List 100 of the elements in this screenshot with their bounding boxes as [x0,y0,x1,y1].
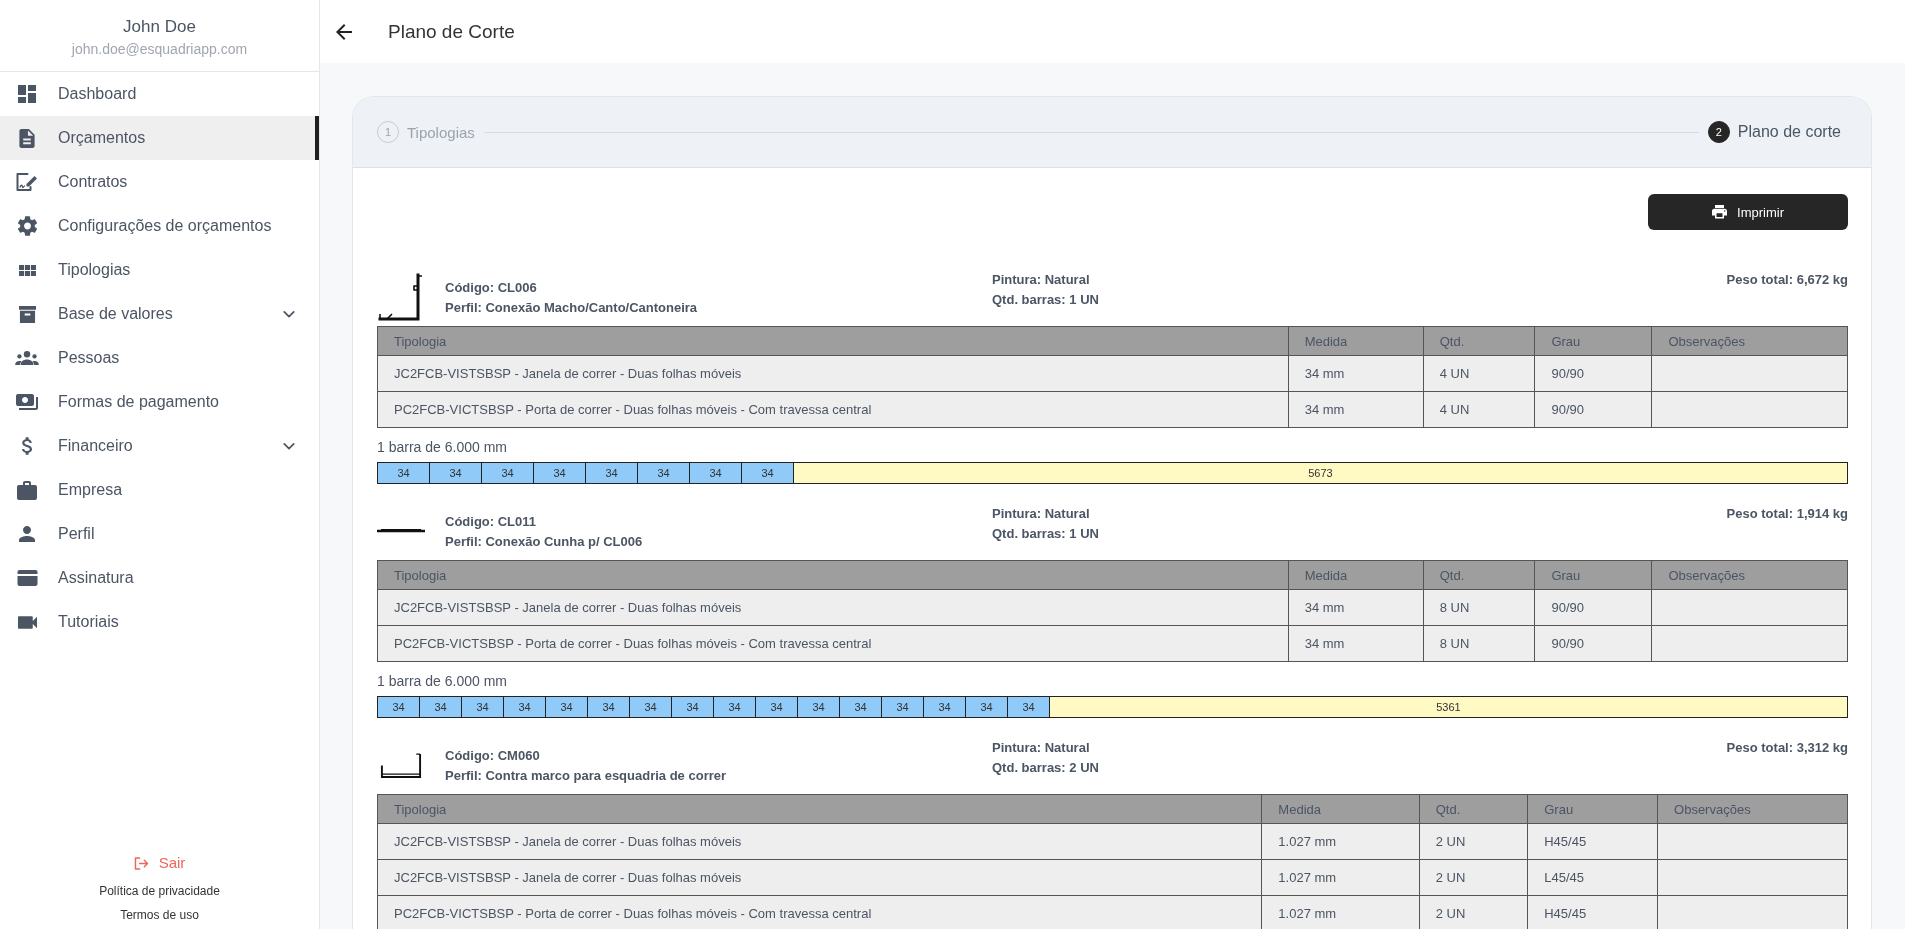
back-button[interactable] [336,23,352,40]
table-cell: JC2FCB-VISTSBSP - Janela de correr - Duas folhas móveis [377,859,1262,896]
table-cell: 34 mm [1288,589,1424,626]
table-cell: 90/90 [1534,391,1652,428]
cut-piece: 34 [713,696,756,718]
step-label[interactable]: Plano de corte [1737,123,1841,141]
table-cell: 4 UN [1423,355,1535,392]
cut-piece: 34 [377,696,420,718]
leftover-piece: 5673 [793,462,1848,484]
sidebar-item[interactable]: Base de valores [0,292,319,336]
total-weight: Peso total: 3,312 kg [1726,739,1848,757]
cut-piece: 34 [797,696,840,718]
table-cell: 2 UN [1419,859,1528,896]
table-cell: 4 UN [1423,391,1535,428]
cut-piece: 34 [585,462,638,484]
people-icon [15,351,39,365]
column-header: Grau [1534,326,1652,356]
footer-link[interactable]: Política de privacidade [99,883,220,899]
table-cell: H45/45 [1527,823,1658,860]
logout-icon [133,856,149,870]
profile-code: Código: CL011 [445,513,537,531]
briefcase-icon [17,480,37,500]
profile-name: Perfil: Conexão Cunha p/ CL006 [445,533,644,551]
cut-piece: 34 [881,696,924,718]
table-cell: PC2FCB-VICTSBSP - Porta de correr - Duas folhas móveis - Com travessa central [377,625,1289,662]
sidebar-item[interactable]: Tutoriais [0,600,319,644]
table-cell: 2 UN [1419,823,1528,860]
flat-profile-icon [377,529,425,533]
cut-piece: 34 [503,696,546,718]
table-cell: 1.027 mm [1261,895,1420,929]
total-weight: Peso total: 1,914 kg [1726,505,1848,523]
table-cell: 90/90 [1534,355,1652,392]
angle-profile-icon [378,272,424,322]
column-header: Tipologia [377,794,1262,824]
bar-quantity: Qtd. barras: 2 UN [992,759,1100,777]
table-cell: 8 UN [1423,589,1535,626]
bar-quantity: Qtd. barras: 1 UN [992,525,1100,543]
credit-card-icon [16,570,38,586]
sidebar-item[interactable]: Formas de pagamento [0,380,319,424]
cut-piece: 34 [741,462,794,484]
cut-piece: 34 [671,696,714,718]
channel-profile-icon [380,751,422,779]
cut-piece: 34 [923,696,966,718]
cut-piece: 34 [533,462,586,484]
table-cell: 90/90 [1534,589,1652,626]
sidebar-item[interactable]: Configurações de orçamentos [0,204,319,248]
table-cell: JC2FCB-VISTSBSP - Janela de correr - Duas folhas móveis [377,823,1262,860]
table-cell: L45/45 [1527,859,1658,896]
cut-piece: 34 [429,462,482,484]
table-cell: 8 UN [1423,625,1535,662]
sidebar-item[interactable]: Pessoas [0,336,319,380]
print-button[interactable]: Imprimir [1648,194,1848,230]
back-arrow-icon [336,23,352,40]
profile-code: Código: CM060 [445,747,541,765]
table-cell: 1.027 mm [1261,859,1420,896]
sidebar-item[interactable]: Perfil [0,512,319,556]
bar-length-label: 1 barra de 6.000 mm [377,672,508,690]
footer-link[interactable]: Termos de uso [120,907,199,923]
table-cell: 90/90 [1534,625,1652,662]
step-number[interactable]: 2 [1707,121,1730,143]
sidebar-item[interactable]: Assinatura [0,556,319,600]
table-cell: 2 UN [1419,895,1528,929]
column-header: Qtd. [1423,560,1535,590]
cut-piece: 34 [637,462,690,484]
person-icon [19,526,35,542]
table-cell: 1.027 mm [1261,823,1420,860]
video-camera-icon [17,615,37,629]
sidebar-item[interactable]: Contratos [0,160,319,204]
column-header: Medida [1288,560,1424,590]
cut-piece: 34 [419,696,462,718]
sidebar-item[interactable]: Financeiro [0,424,319,468]
table-cell: 34 mm [1288,625,1424,662]
dashboard-icon [18,85,36,103]
sidebar-item[interactable]: Orçamentos [0,116,319,160]
cut-piece: 34 [1007,696,1050,718]
column-header: Grau [1527,794,1658,824]
settings-icon [17,216,37,236]
cut-piece: 34 [629,696,672,718]
cut-piece: 34 [755,696,798,718]
cut-piece: 34 [545,696,588,718]
leftover-piece: 5361 [1049,696,1848,718]
table-cell: 34 mm [1288,391,1424,428]
banknote-icon [16,394,38,410]
cut-piece: 34 [689,462,742,484]
table-cell: H45/45 [1527,895,1658,929]
cut-piece: 34 [839,696,882,718]
cut-piece: 34 [587,696,630,718]
sidebar-item[interactable]: Dashboard [0,72,319,116]
profile-name: Perfil: Contra marco para esquadria de correr [445,767,728,785]
cut-piece: 34 [461,696,504,718]
paint-finish: Pintura: Natural [992,271,1091,289]
table-cell: JC2FCB-VISTSBSP - Janela de correr - Duas folhas móveis [377,355,1289,392]
column-header: Tipologia [377,560,1289,590]
column-header: Observações [1651,560,1848,590]
archive-box-icon [18,305,36,323]
column-header: Observações [1651,326,1848,356]
sidebar-item[interactable]: Tipologias [0,248,319,292]
paint-finish: Pintura: Natural [992,505,1091,523]
sidebar-item[interactable]: Empresa [0,468,319,512]
signed-document-icon [16,172,38,192]
